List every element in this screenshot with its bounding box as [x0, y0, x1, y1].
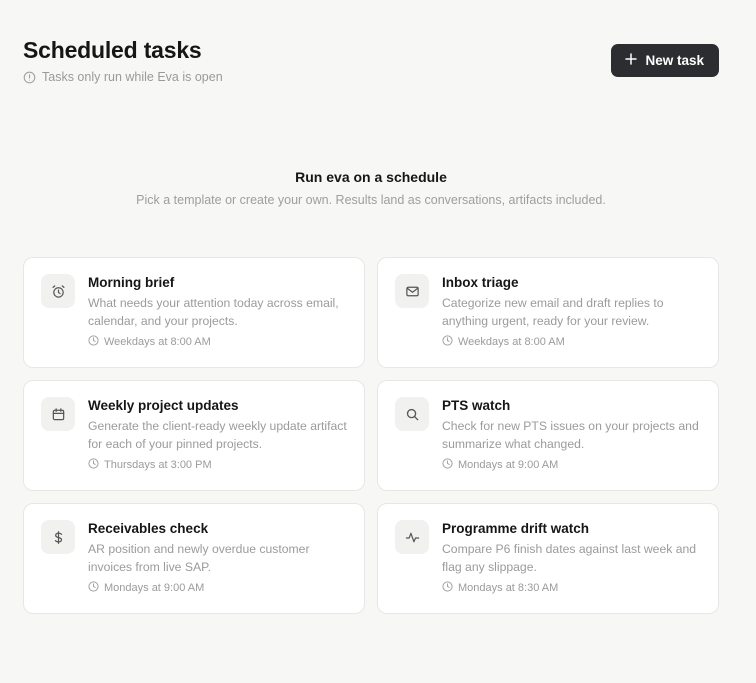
card-title: Morning brief: [88, 275, 175, 290]
card-description: Categorize new email and draft replies t…: [442, 296, 664, 328]
clock-icon: [88, 581, 99, 595]
schedule-text: Weekdays at 8:00 AM: [104, 336, 211, 348]
clock-icon: [88, 458, 99, 472]
template-card-weekly-project-updates[interactable]: Weekly project updates Generate the clie…: [23, 380, 365, 491]
card-description: What needs your attention today across e…: [88, 296, 339, 328]
card-title: PTS watch: [442, 398, 511, 413]
new-task-label: New task: [645, 53, 704, 68]
schedule-text: Mondays at 9:00 AM: [104, 582, 205, 594]
empty-state-hero: Run eva on a schedule Pick a template or…: [0, 168, 742, 208]
card-schedule: Mondays at 9:00 AM: [88, 581, 350, 595]
dollar-icon: [41, 520, 75, 554]
page-title: Scheduled tasks: [23, 37, 202, 63]
clock-icon: [442, 458, 453, 472]
alarm-clock-icon: [41, 274, 75, 308]
card-title: Inbox triage: [442, 275, 519, 290]
subtitle-text: Tasks only run while Eva is open: [42, 70, 223, 84]
schedule-text: Thursdays at 3:00 PM: [104, 459, 212, 471]
template-grid: Morning brief What needs your attention …: [23, 257, 719, 614]
scheduled-tasks-page: Scheduled tasks Tasks only run while Eva…: [0, 0, 756, 683]
envelope-icon: [395, 274, 429, 308]
activity-pulse-icon: [395, 520, 429, 554]
plus-icon: [625, 53, 638, 68]
card-title: Weekly project updates: [88, 398, 239, 413]
schedule-text: Weekdays at 8:00 AM: [458, 336, 565, 348]
card-description: Generate the client-ready weekly update …: [88, 419, 347, 451]
card-title: Programme drift watch: [442, 521, 590, 536]
card-schedule: Thursdays at 3:00 PM: [88, 458, 350, 472]
template-card-receivables-check[interactable]: Receivables check AR position and newly …: [23, 503, 365, 614]
info-icon: [23, 71, 36, 84]
template-card-pts-watch[interactable]: PTS watch Check for new PTS issues on yo…: [377, 380, 719, 491]
card-description: Check for new PTS issues on your project…: [442, 419, 699, 451]
clock-icon: [442, 581, 453, 595]
template-card-morning-brief[interactable]: Morning brief What needs your attention …: [23, 257, 365, 368]
card-schedule: Weekdays at 8:00 AM: [442, 335, 704, 349]
clock-icon: [88, 335, 99, 349]
clock-icon: [442, 335, 453, 349]
card-schedule: Mondays at 9:00 AM: [442, 458, 704, 472]
schedule-text: Mondays at 8:30 AM: [458, 582, 559, 594]
new-task-button[interactable]: New task: [611, 44, 719, 77]
hero-title: Run eva on a schedule: [295, 169, 447, 185]
card-title: Receivables check: [88, 521, 209, 536]
card-description: AR position and newly overdue customer i…: [88, 542, 310, 574]
schedule-text: Mondays at 9:00 AM: [458, 459, 559, 471]
template-card-inbox-triage[interactable]: Inbox triage Categorize new email and dr…: [377, 257, 719, 368]
card-description: Compare P6 finish dates against last wee…: [442, 542, 697, 574]
card-schedule: Mondays at 8:30 AM: [442, 581, 704, 595]
search-icon: [395, 397, 429, 431]
template-card-programme-drift-watch[interactable]: Programme drift watch Compare P6 finish …: [377, 503, 719, 614]
page-subtitle: Tasks only run while Eva is open: [23, 70, 223, 84]
page-header: Scheduled tasks Tasks only run while Eva…: [23, 36, 223, 84]
card-schedule: Weekdays at 8:00 AM: [88, 335, 350, 349]
hero-subtitle: Pick a template or create your own. Resu…: [136, 193, 606, 207]
calendar-icon: [41, 397, 75, 431]
